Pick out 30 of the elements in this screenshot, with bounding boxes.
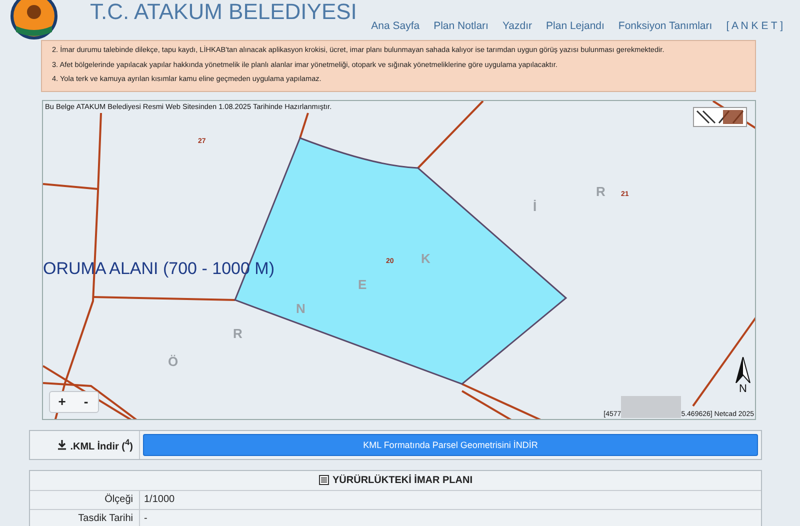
- street-name-letter: K: [421, 250, 430, 266]
- municipality-logo: [8, 0, 60, 40]
- layer-thumbnail-icon[interactable]: [693, 106, 747, 126]
- nav-link[interactable]: Yazdır: [495, 20, 540, 32]
- nav-link[interactable]: Plan Notları: [426, 20, 496, 32]
- nav-link[interactable]: [ A N K E T ]: [719, 20, 790, 32]
- street-name-letter: R: [233, 326, 242, 340]
- nav-link[interactable]: Ana Sayfa: [364, 20, 427, 32]
- site-title: T.C. ATAKUM BELEDIYESI: [90, 0, 357, 25]
- nav-link[interactable]: Fonksiyon Tanımları: [611, 20, 720, 32]
- table-title: YÜRÜRLÜKTEKİ İMAR PLANI: [332, 474, 472, 486]
- nav-link[interactable]: Plan Lejandı: [539, 20, 612, 32]
- street-name-letter: E: [358, 276, 367, 292]
- street-name-letter: İ: [533, 198, 537, 214]
- north-label: N: [739, 382, 747, 394]
- row-label: Ölçeği: [30, 490, 140, 508]
- zoom-out-button[interactable]: -: [74, 392, 98, 412]
- document-icon: [318, 475, 328, 485]
- street-name-letter: N: [296, 300, 306, 316]
- row-label: Tasdik Tarihi: [30, 510, 140, 526]
- row-value: -: [143, 512, 148, 526]
- zoom-in-button[interactable]: +: [50, 392, 74, 412]
- kml-download-button[interactable]: KML Formatında Parsel Geometrisini İNDİR: [143, 434, 758, 456]
- street-name-letter: Ö: [168, 354, 178, 368]
- north-arrow-icon: [735, 356, 751, 382]
- download-icon: [57, 440, 68, 450]
- kml-download-label: .KML İndir ($^{4}$): [30, 430, 140, 458]
- row-value: 1/1000: [143, 492, 175, 506]
- redaction-block: [621, 396, 682, 418]
- street-name-letter: R: [596, 184, 606, 198]
